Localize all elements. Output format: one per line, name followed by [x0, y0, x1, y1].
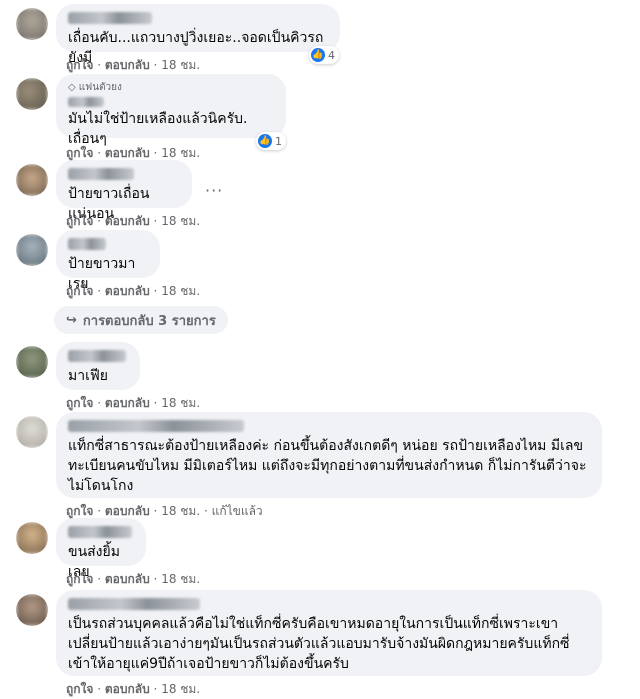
- commenter-name-redacted[interactable]: [68, 350, 126, 362]
- avatar[interactable]: [16, 522, 48, 554]
- timestamp[interactable]: 18 ชม.: [161, 396, 200, 410]
- comment-text: มาเฟีย: [68, 368, 108, 384]
- comment-bubble: แท็กซี่สาธารณะต้องป้ายเหลืองค่ะ ก่อนขึ้น…: [56, 412, 602, 498]
- comment-bubble: เถื่อนคับ...แถวบางปูวิ่งเยอะ..จอดเป็นคิว…: [56, 4, 340, 66]
- commenter-name-redacted[interactable]: [68, 97, 104, 107]
- timestamp[interactable]: 18 ชม.: [161, 284, 200, 298]
- reply-link[interactable]: ตอบกลับ: [105, 284, 150, 298]
- reply-link[interactable]: ตอบกลับ: [105, 572, 150, 586]
- commenter-name-redacted[interactable]: [68, 420, 244, 432]
- reply-link[interactable]: ตอบกลับ: [105, 396, 150, 410]
- top-fan-badge: ◇ แฟนตัวยง: [68, 82, 122, 93]
- comment-bubble: ◇ แฟนตัวยง มันไม่ใช่ป้ายเหลืองแล้วนิครับ.…: [56, 74, 286, 147]
- reply-link[interactable]: ตอบกลับ: [105, 214, 150, 228]
- avatar[interactable]: [16, 8, 48, 40]
- commenter-name-redacted[interactable]: [68, 526, 132, 538]
- avatar[interactable]: [16, 164, 48, 196]
- comment-actions: ถูกใจ · ตอบกลับ · 18 ชม.: [66, 58, 201, 72]
- comment-actions: ถูกใจ · ตอบกลับ · 18 ชม.: [66, 682, 201, 696]
- comment-text: แท็กซี่สาธารณะต้องป้ายเหลืองค่ะ ก่อนขึ้น…: [68, 438, 587, 494]
- comment-bubble: ป้ายขาวเถื่อนแน่นอน: [56, 160, 192, 222]
- like-reaction-icon: 👍: [258, 134, 272, 148]
- commenter-name-redacted[interactable]: [68, 598, 200, 610]
- commenter-name-redacted[interactable]: [68, 12, 152, 24]
- reaction-count[interactable]: 👍 4: [309, 46, 339, 64]
- timestamp[interactable]: 18 ชม.: [161, 682, 200, 696]
- reply-link[interactable]: ตอบกลับ: [105, 58, 150, 72]
- view-replies-button[interactable]: ↪ การตอบกลับ 3 รายการ: [54, 306, 228, 334]
- edited-label[interactable]: แก้ไขแล้ว: [212, 504, 263, 518]
- reaction-count[interactable]: 👍 1: [256, 132, 286, 150]
- timestamp[interactable]: 18 ชม.: [161, 58, 200, 72]
- diamond-icon: ◇: [68, 82, 76, 93]
- timestamp[interactable]: 18 ชม.: [161, 146, 200, 160]
- like-link[interactable]: ถูกใจ: [66, 396, 93, 410]
- comment-actions: ถูกใจ · ตอบกลับ · 18 ชม.: [66, 214, 201, 228]
- comment-actions: ถูกใจ · ตอบกลับ · 18 ชม.: [66, 396, 201, 410]
- like-link[interactable]: ถูกใจ: [66, 214, 93, 228]
- commenter-name-redacted[interactable]: [68, 238, 106, 250]
- avatar[interactable]: [16, 594, 48, 626]
- like-link[interactable]: ถูกใจ: [66, 284, 93, 298]
- like-link[interactable]: ถูกใจ: [66, 146, 93, 160]
- timestamp[interactable]: 18 ชม.: [161, 572, 200, 586]
- reply-link[interactable]: ตอบกลับ: [105, 504, 150, 518]
- comment-bubble: มาเฟีย: [56, 342, 140, 390]
- more-options-icon[interactable]: ···: [205, 181, 223, 200]
- timestamp[interactable]: 18 ชม.: [161, 214, 200, 228]
- reply-arrow-icon: ↪: [66, 312, 77, 328]
- like-reaction-icon: 👍: [311, 48, 325, 62]
- reply-link[interactable]: ตอบกลับ: [105, 682, 150, 696]
- like-link[interactable]: ถูกใจ: [66, 682, 93, 696]
- avatar[interactable]: [16, 346, 48, 378]
- comment-actions: ถูกใจ · ตอบกลับ · 18 ชม.: [66, 572, 201, 586]
- comment-text: มันไม่ใช่ป้ายเหลืองแล้วนิครับ. เถื่อนๆ: [68, 111, 248, 147]
- comment-bubble: เป็นรถส่วนบุคคลแล้วคือไม่ใช่แท็กซี่ครับค…: [56, 590, 602, 676]
- commenter-name-redacted[interactable]: [68, 168, 134, 180]
- avatar[interactable]: [16, 416, 48, 448]
- timestamp[interactable]: 18 ชม.: [161, 504, 200, 518]
- comment-actions: ถูกใจ · ตอบกลับ · 18 ชม.: [66, 284, 201, 298]
- avatar[interactable]: [16, 234, 48, 266]
- comment-bubble: ป้ายขาวมาเรย: [56, 230, 160, 292]
- comment-text: เป็นรถส่วนบุคคลแล้วคือไม่ใช่แท็กซี่ครับค…: [68, 616, 570, 672]
- comment-bubble: ขนส่งยิ้มเลย: [56, 518, 146, 580]
- like-link[interactable]: ถูกใจ: [66, 504, 93, 518]
- avatar[interactable]: [16, 78, 48, 110]
- like-link[interactable]: ถูกใจ: [66, 58, 93, 72]
- reply-link[interactable]: ตอบกลับ: [105, 146, 150, 160]
- like-link[interactable]: ถูกใจ: [66, 572, 93, 586]
